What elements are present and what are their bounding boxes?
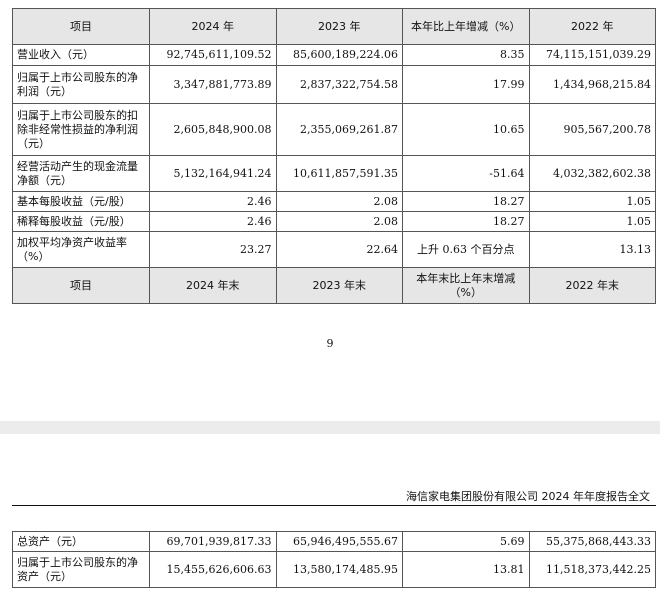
- header-cell: 2024 年末: [149, 267, 277, 304]
- table-row: 稀释每股收益（元/股） 2.46 2.08 18.27 1.05: [12, 211, 656, 232]
- row-label: 基本每股收益（元/股）: [12, 191, 150, 212]
- row-label: 营业收入（元）: [12, 44, 150, 66]
- cell-value: 55,375,868,443.33: [528, 531, 656, 552]
- table-row: 总资产（元） 69,701,939,817.33 65,946,495,555.…: [12, 531, 656, 552]
- header-cell: 项目: [12, 267, 150, 304]
- cell-value: -51.64: [402, 155, 530, 192]
- table-row: 归属于上市公司股东的净利润（元） 3,347,881,773.89 2,837,…: [12, 65, 656, 104]
- table-row: 营业收入（元） 92,745,611,109.52 85,600,189,224…: [12, 44, 656, 66]
- cell-value: 2.08: [275, 211, 403, 232]
- cell-value: 1.05: [528, 191, 656, 212]
- cell-value: 11,518,373,442.25: [528, 551, 656, 588]
- cell-value: 上升 0.63 个百分点: [402, 231, 530, 268]
- table-row: 经营活动产生的现金流量净额（元） 5,132,164,941.24 10,611…: [12, 155, 656, 192]
- header-cell: 2023 年: [275, 8, 403, 45]
- page-number: 9: [326, 337, 334, 350]
- cell-value: 17.99: [402, 65, 530, 104]
- financial-summary-table: 项目 2024 年 2023 年 本年比上年增减（%） 2022 年 营业收入（…: [12, 8, 656, 304]
- cell-value: 5.69: [402, 531, 530, 552]
- cell-value: 18.27: [402, 211, 530, 232]
- header-cell: 2024 年: [149, 8, 277, 45]
- header-rule: [12, 505, 656, 506]
- header-cell: 2022 年: [528, 8, 656, 45]
- cell-value: 65,946,495,555.67: [275, 531, 403, 552]
- cell-value: 69,701,939,817.33: [149, 531, 277, 552]
- cell-value: 13,580,174,485.95: [275, 551, 403, 588]
- cell-value: 22.64: [275, 231, 403, 268]
- cell-value: 92,745,611,109.52: [149, 44, 277, 66]
- cell-value: 2.08: [275, 191, 403, 212]
- table-row: 基本每股收益（元/股） 2.46 2.08 18.27 1.05: [12, 191, 656, 212]
- header-cell: 2023 年末: [275, 267, 403, 304]
- header-cell: 本年末比上年末增减（%）: [402, 267, 530, 304]
- cell-value: 85,600,189,224.06: [275, 44, 403, 66]
- balance-summary-table: 总资产（元） 69,701,939,817.33 65,946,495,555.…: [12, 531, 656, 588]
- table-row: 加权平均净资产收益率（%） 23.27 22.64 上升 0.63 个百分点 1…: [12, 231, 656, 268]
- header-cell: 2022 年末: [528, 267, 656, 304]
- cell-value: 2,837,322,754.58: [275, 65, 403, 104]
- cell-value: 1,434,968,215.84: [528, 65, 656, 104]
- cell-value: 74,115,151,039.29: [528, 44, 656, 66]
- cell-value: 18.27: [402, 191, 530, 212]
- cell-value: 8.35: [402, 44, 530, 66]
- header-cell: 项目: [12, 8, 150, 45]
- row-label: 稀释每股收益（元/股）: [12, 211, 150, 232]
- table-header-row: 项目 2024 年 2023 年 本年比上年增减（%） 2022 年: [12, 8, 656, 45]
- running-header: 海信家电集团股份有限公司 2024 年年度报告全文: [406, 490, 650, 503]
- cell-value: 4,032,382,602.38: [528, 155, 656, 192]
- cell-value: 5,132,164,941.24: [149, 155, 277, 192]
- table-row: 归属于上市公司股东的扣除非经常性损益的净利润（元） 2,605,848,900.…: [12, 103, 656, 156]
- cell-value: 1.05: [528, 211, 656, 232]
- table-row: 归属于上市公司股东的净资产（元） 15,455,626,606.63 13,58…: [12, 551, 656, 588]
- row-label: 总资产（元）: [12, 531, 150, 552]
- cell-value: 2.46: [149, 191, 277, 212]
- cell-value: 3,347,881,773.89: [149, 65, 277, 104]
- page-break-gap: [0, 421, 660, 434]
- cell-value: 10,611,857,591.35: [275, 155, 403, 192]
- row-label: 加权平均净资产收益率（%）: [12, 231, 150, 268]
- row-label: 归属于上市公司股东的净利润（元）: [12, 65, 150, 104]
- cell-value: 10.65: [402, 103, 530, 156]
- cell-value: 2.46: [149, 211, 277, 232]
- row-label: 经营活动产生的现金流量净额（元）: [12, 155, 150, 192]
- cell-value: 15,455,626,606.63: [149, 551, 277, 588]
- header-cell: 本年比上年增减（%）: [402, 8, 530, 45]
- cell-value: 905,567,200.78: [528, 103, 656, 156]
- cell-value: 2,605,848,900.08: [149, 103, 277, 156]
- cell-value: 13.13: [528, 231, 656, 268]
- row-label: 归属于上市公司股东的扣除非经常性损益的净利润（元）: [12, 103, 150, 156]
- table-header-row: 项目 2024 年末 2023 年末 本年末比上年末增减（%） 2022 年末: [12, 267, 656, 304]
- cell-value: 23.27: [149, 231, 277, 268]
- cell-value: 13.81: [402, 551, 530, 588]
- cell-value: 2,355,069,261.87: [275, 103, 403, 156]
- row-label: 归属于上市公司股东的净资产（元）: [12, 551, 150, 588]
